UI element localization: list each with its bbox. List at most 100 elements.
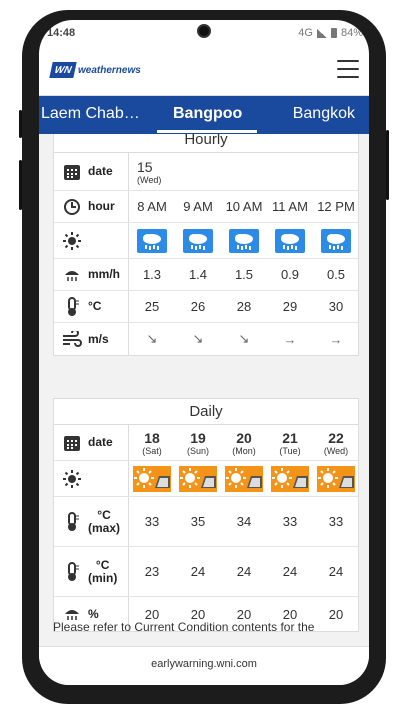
temp-value: 30 xyxy=(328,299,344,314)
thermometer-icon xyxy=(62,511,82,532)
sun-cloud-icon xyxy=(179,465,217,492)
hourly-temp-row: °C 25 26 28 29 30 xyxy=(54,291,358,323)
logo-name: weathernews xyxy=(78,64,141,76)
min-temp-value: 24 xyxy=(236,564,252,579)
rain-value: 1.3 xyxy=(142,267,162,282)
rain-cloud-icon xyxy=(137,228,167,253)
hourly-title: Hourly xyxy=(54,134,358,153)
rain-cloud-icon xyxy=(229,228,259,253)
max-unit-label: °C xyxy=(97,507,111,522)
logo-mark: WN xyxy=(49,62,77,78)
pop-unit-label: % xyxy=(88,606,99,621)
hourly-weather-row xyxy=(54,223,358,259)
hourly-card: Hourly date 15 (Wed) hour 8 AM 9 AM 10 A… xyxy=(53,134,359,356)
tab-bangkok[interactable]: Bangkok xyxy=(293,105,355,123)
wind-unit-label: m/s xyxy=(88,331,109,346)
min-temp-value: 24 xyxy=(190,564,206,579)
daily-weather-row xyxy=(54,461,358,497)
min-unit-label: °C xyxy=(95,557,110,572)
daily-title: Daily xyxy=(54,399,358,425)
date-label: date xyxy=(88,164,113,178)
hour-cell: 10 AM xyxy=(225,199,263,214)
daily-date-cell: 18 (Sat) xyxy=(142,429,162,456)
hour-cell: 8 AM xyxy=(137,199,167,214)
forecast-content[interactable]: Hourly date 15 (Wed) hour 8 AM 9 AM 10 A… xyxy=(39,134,369,646)
status-time: 14:48 xyxy=(47,27,76,39)
hour-cell: 12 PM xyxy=(317,199,355,214)
daily-date-cell: 19 (Sun) xyxy=(186,429,209,456)
wind-direction: → xyxy=(329,331,343,347)
daily-max-row: °C (max) 33 35 34 33 33 xyxy=(54,497,358,547)
rain-value: 0.9 xyxy=(280,267,300,282)
temp-value: 26 xyxy=(190,299,206,314)
screen: 14:48 4G 84% WN weathernews Laem Chab… B… xyxy=(39,20,369,685)
thermometer-icon xyxy=(62,561,82,582)
daily-card: Daily date 18 (Sat) 19 (Sun) 20 (Mon) 21 (Tu… xyxy=(53,398,359,632)
pop-value: 20 xyxy=(328,606,344,622)
battery-level: 84% xyxy=(340,27,363,39)
hour-label: hour xyxy=(88,199,115,213)
wind-direction: ↘ xyxy=(238,331,250,346)
wind-direction: ↘ xyxy=(192,331,204,346)
max-temp-value: 33 xyxy=(328,514,344,529)
wind-direction: ↘ xyxy=(146,331,158,346)
temp-unit-label: °C xyxy=(88,299,102,313)
footer-url[interactable]: earlywarning.wni.com xyxy=(39,646,369,685)
app-header: WN weathernews xyxy=(39,46,369,96)
sun-cloud-icon xyxy=(271,465,309,492)
sun-icon xyxy=(62,469,82,489)
rain-cloud-icon xyxy=(321,228,351,253)
status-right: 4G 84% xyxy=(298,27,363,39)
sun-cloud-icon xyxy=(225,465,263,492)
min-label: (min) xyxy=(88,570,118,585)
hour-cell: 9 AM xyxy=(183,199,213,214)
current-condition-note: Please refer to Current Condition conten… xyxy=(53,620,315,634)
min-temp-value: 23 xyxy=(144,564,160,579)
rain-cloud-icon xyxy=(183,228,213,253)
battery-icon xyxy=(330,28,337,38)
temp-value: 25 xyxy=(144,299,160,314)
status-bar: 14:48 4G 84% xyxy=(39,20,369,46)
rain-value: 1.5 xyxy=(234,267,254,282)
date-label: date xyxy=(88,435,113,449)
min-temp-value: 24 xyxy=(328,564,344,579)
rain-gauge-icon xyxy=(62,265,82,285)
tab-laem-chabang[interactable]: Laem Chab… xyxy=(41,105,140,123)
hourly-date-row: date 15 (Wed) xyxy=(54,153,358,191)
min-temp-value: 24 xyxy=(282,564,298,579)
sun-cloud-icon xyxy=(133,465,171,492)
rain-value: 0.5 xyxy=(326,267,346,282)
max-label: (max) xyxy=(88,520,121,535)
rain-unit-label: mm/h xyxy=(88,267,121,281)
tab-bangpoo[interactable]: Bangpoo xyxy=(173,105,242,123)
daily-date-cell: 20 (Mon) xyxy=(232,429,256,456)
daily-date-row: date 18 (Sat) 19 (Sun) 20 (Mon) 21 (Tue) 22(… xyxy=(54,425,358,461)
rain-cloud-icon xyxy=(275,228,305,253)
hourly-wind-row: m/s ↘ ↘ ↘ → → xyxy=(54,323,358,355)
daily-date-cell: 22 (Wed) xyxy=(323,429,349,456)
sun-cloud-icon xyxy=(317,465,355,492)
hamburger-menu-icon[interactable] xyxy=(337,60,359,78)
weathernews-logo[interactable]: WN weathernews xyxy=(49,62,141,78)
max-temp-value: 33 xyxy=(144,514,160,529)
clock-icon xyxy=(62,197,82,217)
hourly-rain-row: mm/h 1.3 1.4 1.5 0.9 0.5 xyxy=(54,259,358,291)
hour-cell: 11 AM xyxy=(272,199,308,214)
thermometer-icon xyxy=(62,296,82,317)
wind-direction: → xyxy=(283,331,297,347)
max-temp-value: 34 xyxy=(236,514,252,529)
hourly-hour-row: hour 8 AM 9 AM 10 AM 11 AM 12 PM xyxy=(54,191,358,223)
wind-icon xyxy=(62,329,82,349)
location-tabs: Laem Chab… Bangpoo Bangkok xyxy=(39,96,369,134)
calendar-icon xyxy=(62,162,82,182)
max-temp-value: 35 xyxy=(190,514,206,529)
camera-icon xyxy=(197,24,211,38)
hourly-date-cell: 15 (Wed) xyxy=(137,158,162,185)
daily-min-row: °C (min) 23 24 24 24 24 xyxy=(54,547,358,597)
calendar-icon xyxy=(62,433,82,453)
network-label: 4G xyxy=(298,27,313,39)
signal-icon xyxy=(316,28,327,38)
daily-date-cell: 21 (Tue) xyxy=(279,429,301,456)
temp-value: 28 xyxy=(236,299,252,314)
temp-value: 29 xyxy=(282,299,298,314)
